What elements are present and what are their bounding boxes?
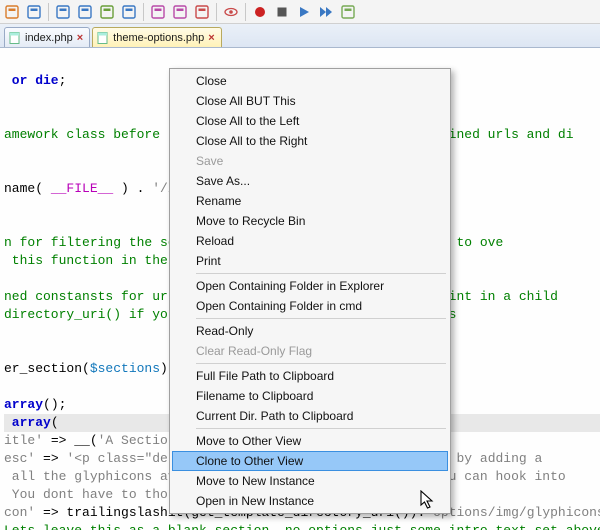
eye-icon[interactable]: [221, 2, 241, 22]
menu-item-close[interactable]: Close: [172, 71, 448, 91]
code-token: 'options/img/glyphicons.: [425, 505, 600, 520]
menu-separator: [196, 428, 446, 429]
tab-context-menu: CloseClose All BUT ThisClose All to the …: [169, 68, 451, 514]
code-token: ) .: [113, 181, 152, 196]
menu-item-filename-to-clipboard[interactable]: Filename to Clipboard: [172, 386, 448, 406]
menu-separator: [196, 363, 446, 364]
menu-item-move-to-other-view[interactable]: Move to Other View: [172, 431, 448, 451]
toolbar-separator: [216, 3, 217, 21]
tab-index-php[interactable]: index.php ×: [4, 27, 90, 47]
code-token: ();: [43, 397, 66, 412]
menu-item-move-to-new-instance[interactable]: Move to New Instance: [172, 471, 448, 491]
menu-item-reload[interactable]: Reload: [172, 231, 448, 251]
record-macro-icon[interactable]: [250, 2, 270, 22]
code-token: die: [27, 73, 58, 88]
indent-guide-icon[interactable]: [119, 2, 139, 22]
tab-label: index.php: [25, 32, 73, 44]
menu-item-close-all-to-the-right[interactable]: Close All to the Right: [172, 131, 448, 151]
menu-item-open-containing-folder-in-explorer[interactable]: Open Containing Folder in Explorer: [172, 276, 448, 296]
menu-item-read-only[interactable]: Read-Only: [172, 321, 448, 341]
close-icon[interactable]: ×: [208, 32, 214, 44]
menu-item-current-dir-path-to-clipboard[interactable]: Current Dir. Path to Clipboard: [172, 406, 448, 426]
code-token: (: [51, 415, 59, 430]
code-token: con': [4, 505, 35, 520]
folder-as-workspace-icon[interactable]: [148, 2, 168, 22]
play-macro-icon[interactable]: [294, 2, 314, 22]
menu-separator: [196, 318, 446, 319]
menu-item-move-to-recycle-bin[interactable]: Move to Recycle Bin: [172, 211, 448, 231]
toolbar-separator: [48, 3, 49, 21]
code-token: array: [4, 415, 51, 430]
file-icon: [9, 32, 21, 44]
editor-viewport: or die; amework class before using it mu…: [0, 48, 600, 530]
code-token: or: [4, 73, 27, 88]
menu-item-open-in-new-instance[interactable]: Open in New Instance: [172, 491, 448, 511]
tab-label: theme-options.php: [113, 32, 204, 44]
menu-item-open-containing-folder-in-cmd[interactable]: Open Containing Folder in cmd: [172, 296, 448, 316]
toolbar: [0, 0, 600, 24]
tab-theme-options-php[interactable]: theme-options.php ×: [92, 27, 222, 47]
code-line[interactable]: Lets leave this as a blank section, no o…: [4, 522, 600, 530]
code-token: __FILE__: [51, 181, 113, 196]
code-token: esc': [4, 451, 35, 466]
multi-play-icon[interactable]: [316, 2, 336, 22]
close-icon[interactable]: ×: [77, 32, 83, 44]
gutter-icon[interactable]: [97, 2, 117, 22]
code-token: er_section(: [4, 361, 90, 376]
file-icon: [97, 32, 109, 44]
action-icon-2[interactable]: [24, 2, 44, 22]
menu-item-close-all-to-the-left[interactable]: Close All to the Left: [172, 111, 448, 131]
menu-item-save-as[interactable]: Save As...: [172, 171, 448, 191]
menu-item-print[interactable]: Print: [172, 251, 448, 271]
tab-bar: index.php × theme-options.php ×: [0, 24, 600, 48]
code-token: ;: [59, 73, 67, 88]
function-list-icon[interactable]: [192, 2, 212, 22]
code-token: itle': [4, 433, 43, 448]
menu-item-clear-read-only-flag: Clear Read-Only Flag: [172, 341, 448, 361]
action-icon-1[interactable]: [2, 2, 22, 22]
stop-macro-icon[interactable]: [272, 2, 292, 22]
code-token: Lets leave this as a blank section, no o…: [4, 523, 600, 530]
code-token: => __(: [43, 433, 98, 448]
doc-map-icon[interactable]: [170, 2, 190, 22]
menu-separator: [196, 273, 446, 274]
code-token: =>: [35, 451, 66, 466]
toolbar-separator: [245, 3, 246, 21]
save-macro-icon[interactable]: [338, 2, 358, 22]
code-token: $sections: [90, 361, 160, 376]
menu-item-save: Save: [172, 151, 448, 171]
menu-item-full-file-path-to-clipboard[interactable]: Full File Path to Clipboard: [172, 366, 448, 386]
code-token: array: [4, 397, 43, 412]
word-wrap-icon[interactable]: [53, 2, 73, 22]
menu-item-clone-to-other-view[interactable]: Clone to Other View: [172, 451, 448, 471]
toolbar-separator: [143, 3, 144, 21]
monitor-icon[interactable]: [75, 2, 95, 22]
menu-item-close-all-but-this[interactable]: Close All BUT This: [172, 91, 448, 111]
code-token: name(: [4, 181, 51, 196]
menu-item-rename[interactable]: Rename: [172, 191, 448, 211]
